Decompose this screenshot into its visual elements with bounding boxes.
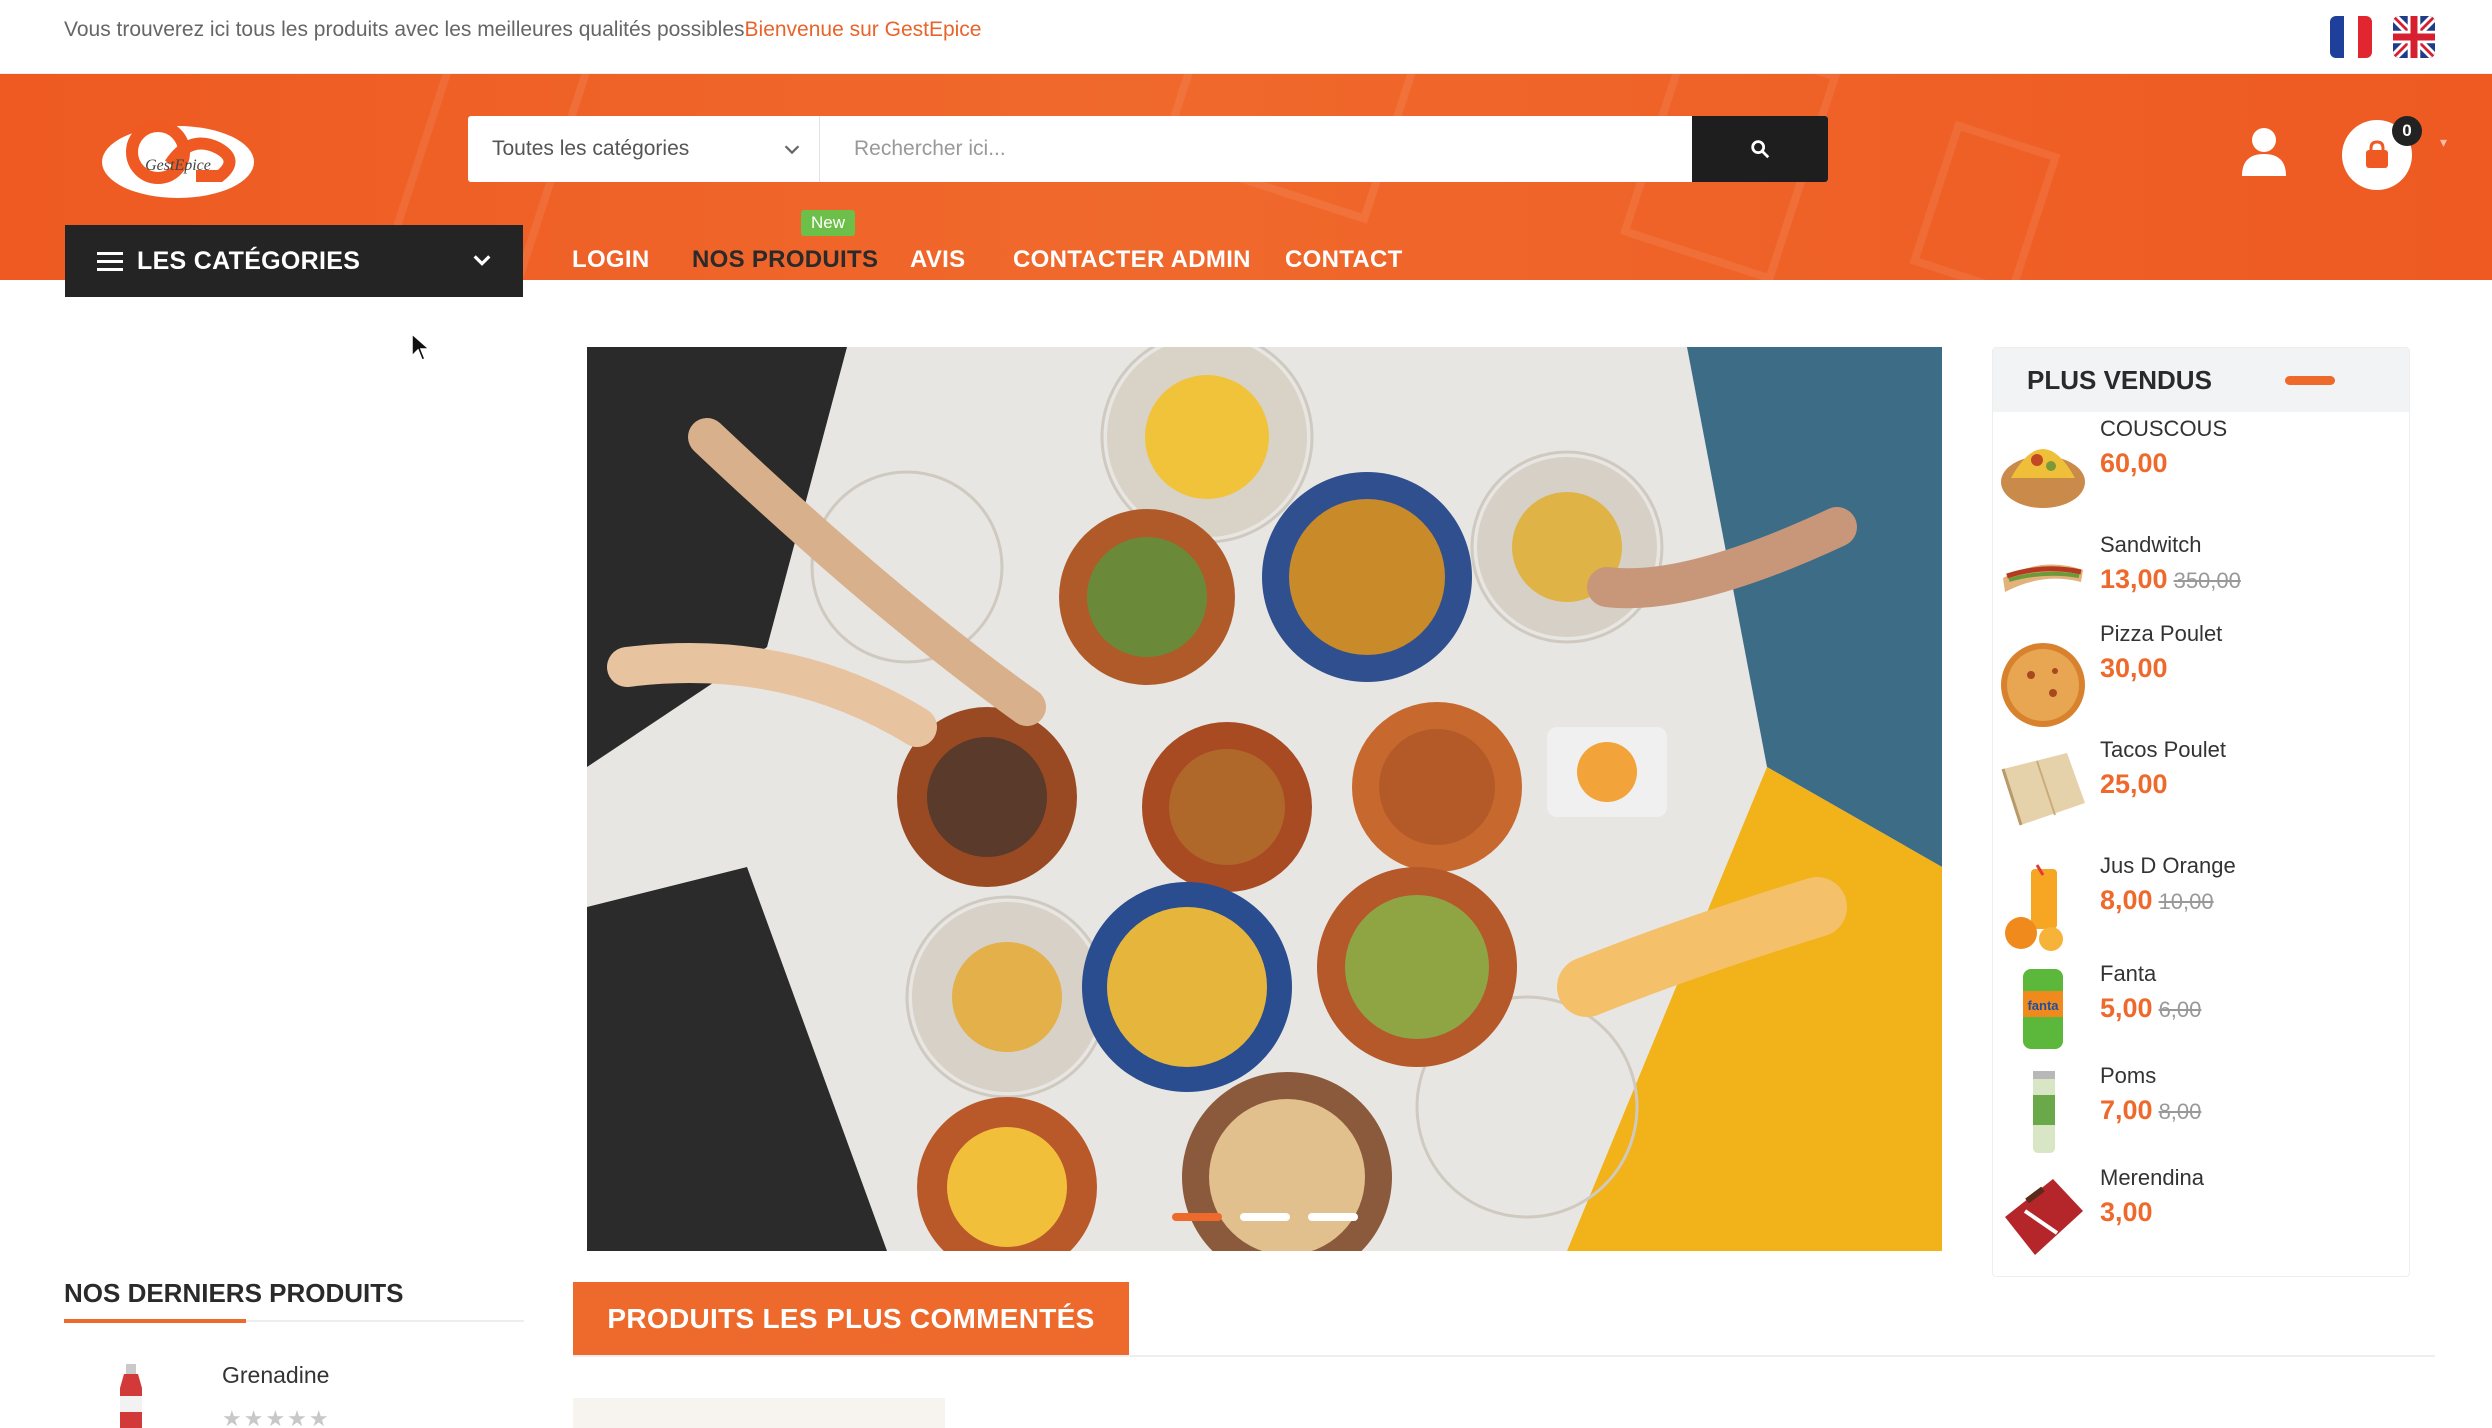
shopping-bag-icon	[2366, 140, 2388, 168]
hamburger-icon	[97, 252, 123, 271]
best-seller-item[interactable]: Pizza Poulet 30,00	[1993, 621, 2409, 727]
old-price: 6,00	[2158, 997, 2202, 1022]
orange-juice-image	[2005, 864, 2063, 951]
pizza-image	[2001, 643, 2085, 727]
latest-products-accent	[64, 1319, 246, 1323]
cart-caret-icon: ▾	[2440, 134, 2448, 150]
search-bar: Toutes les catégories	[468, 116, 1828, 182]
nav-avis[interactable]: AVIS	[910, 246, 965, 274]
welcome-text: Bienvenue sur GestEpice	[744, 18, 982, 41]
chevron-down-icon	[473, 255, 491, 266]
rating-stars: ★★★★★	[222, 1406, 331, 1428]
fr-flag-icon[interactable]	[2330, 16, 2372, 58]
category-select[interactable]: Toutes les catégories	[468, 116, 820, 182]
categories-menu-button[interactable]: LES CATÉGORIES	[65, 225, 523, 297]
old-price: 10,00	[2158, 889, 2214, 914]
product-name: COUSCOUS	[2100, 416, 2228, 441]
product-price: 60,00	[2100, 448, 2168, 478]
top-bar: Vous trouverez ici tous les produits ave…	[0, 0, 2492, 74]
logo-text: GestEpice	[145, 157, 211, 174]
product-name: Pizza Poulet	[2100, 621, 2223, 646]
top-message-text: Vous trouverez ici tous les produits ave…	[64, 18, 745, 41]
product-price: 8,00 10,00	[2100, 885, 2214, 915]
new-badge: New	[801, 210, 856, 236]
best-seller-item[interactable]: Poms 7,00 8,00	[1993, 1063, 2409, 1163]
tacos-image	[2001, 753, 2085, 826]
cart-count-badge: 0	[2392, 116, 2422, 146]
hero-food-table-image	[587, 347, 1942, 1251]
latest-product-name[interactable]: Grenadine	[222, 1362, 329, 1389]
top-message: Vous trouverez ici tous les produits ave…	[64, 18, 981, 42]
best-seller-item[interactable]: Merendina 3,00	[1993, 1165, 2409, 1265]
grenadine-bottle-image[interactable]	[110, 1364, 152, 1428]
user-account-icon[interactable]	[2240, 126, 2288, 178]
gestepice-logo[interactable]: GestEpice	[100, 114, 256, 204]
product-name: Fanta	[2100, 961, 2157, 986]
best-seller-item[interactable]: Jus D Orange 8,00 10,00	[1993, 853, 2409, 953]
old-price: 350,00	[2173, 568, 2241, 593]
best-sellers-panel: PLUS VENDUS COUSCOUS 60,00 Sandwitch 13,…	[1992, 347, 2410, 1277]
product-name: Merendina	[2100, 1165, 2204, 1190]
search-icon	[1751, 140, 1770, 159]
slider-dot-3[interactable]	[1307, 1213, 1358, 1221]
best-seller-item[interactable]: Tacos Poulet 25,00	[1993, 737, 2409, 837]
slider-dot-2[interactable]	[1239, 1213, 1290, 1221]
product-card-placeholder	[573, 1398, 945, 1428]
category-select-value: Toutes les catégories	[492, 137, 690, 160]
nav-login[interactable]: LOGIN	[572, 246, 650, 274]
nav-contacter-admin[interactable]: CONTACTER ADMIN	[1013, 246, 1251, 274]
product-name: Poms	[2100, 1063, 2157, 1088]
title-accent-bar	[2285, 376, 2335, 385]
old-price: 8,00	[2158, 1099, 2202, 1124]
mouse-cursor-icon	[411, 332, 430, 361]
product-price: 25,00	[2100, 769, 2168, 799]
best-seller-item[interactable]: Sandwitch 13,00 350,00	[1993, 532, 2409, 632]
svg-text:fanta: fanta	[2027, 998, 2059, 1013]
product-name: Tacos Poulet	[2100, 737, 2226, 762]
product-name: Jus D Orange	[2100, 853, 2236, 878]
categories-menu-label: LES CATÉGORIES	[137, 246, 361, 275]
slider-dot-1[interactable]	[1171, 1213, 1222, 1221]
fanta-can-image: fanta	[2023, 969, 2063, 1049]
hero-banner[interactable]	[587, 347, 1942, 1251]
most-commented-divider	[573, 1355, 2435, 1357]
product-name: Sandwitch	[2100, 532, 2202, 557]
nav-nos-produits[interactable]: NOS PRODUITS	[692, 246, 878, 274]
couscous-image	[2001, 449, 2085, 508]
product-price: 7,00 8,00	[2100, 1095, 2202, 1125]
latest-products-title: NOS DERNIERS PRODUITS	[64, 1278, 404, 1308]
sandwich-image	[2003, 564, 2083, 592]
best-seller-item[interactable]: fanta Fanta 5,00 6,00	[1993, 961, 2409, 1061]
uk-flag-icon[interactable]	[2393, 16, 2435, 58]
poms-can-image	[2033, 1071, 2055, 1153]
product-price: 3,00	[2100, 1197, 2153, 1227]
product-price: 5,00 6,00	[2100, 993, 2202, 1023]
search-button[interactable]	[1692, 116, 1828, 182]
hero-slider-dots	[587, 1213, 1942, 1221]
best-sellers-header: PLUS VENDUS	[1993, 348, 2409, 412]
product-price: 30,00	[2100, 653, 2168, 683]
nav-contact[interactable]: CONTACT	[1285, 246, 1403, 274]
search-input[interactable]	[820, 116, 1692, 182]
product-price: 13,00 350,00	[2100, 564, 2241, 594]
merendina-image	[2005, 1179, 2083, 1255]
best-sellers-title: PLUS VENDUS	[2027, 364, 2212, 395]
best-seller-item[interactable]: COUSCOUS 60,00	[1993, 416, 2409, 516]
chevron-down-icon	[784, 145, 800, 155]
most-commented-tab[interactable]: PRODUITS LES PLUS COMMENTÉS	[573, 1282, 1129, 1356]
